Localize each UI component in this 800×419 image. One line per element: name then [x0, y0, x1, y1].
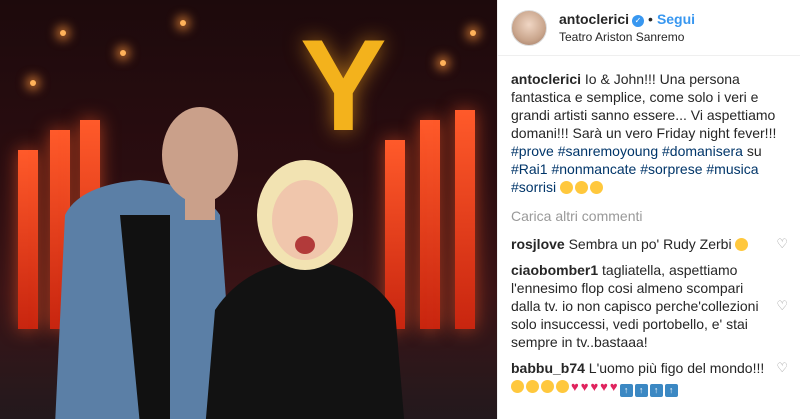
hashtag-link[interactable]: #musica — [706, 161, 758, 177]
stage-glow — [30, 80, 36, 86]
red-heart-icon: ♥ — [571, 379, 579, 394]
red-heart-icon: ♥ — [580, 379, 589, 394]
comment-username[interactable]: rosjlove — [511, 236, 565, 252]
location-link[interactable]: Teatro Ariston Sanremo — [559, 30, 695, 44]
stage-glow — [120, 50, 126, 56]
post-photo[interactable]: Y — [0, 0, 497, 419]
top-emoji-icon: ↑ — [664, 384, 678, 397]
stage-glow — [180, 20, 186, 26]
red-heart-icon: ♥ — [609, 379, 618, 394]
top-emoji-icon: ↑ — [634, 384, 648, 397]
comment-row: ciaobomber1 tagliatella, aspettiamo l'en… — [511, 261, 788, 351]
grin-emoji-icon — [560, 181, 574, 194]
stage-light — [455, 110, 475, 329]
instagram-post: Y antoclerici ✓ • Segui Teatro Ariston Sanr… — [0, 0, 800, 419]
hashtag-link[interactable]: #sorrisi — [511, 179, 556, 195]
red-heart-icon: ♥ — [600, 379, 608, 394]
woman-figure — [205, 160, 405, 419]
hashtag-link[interactable]: #sanremoyoung — [558, 143, 658, 159]
hashtag-link[interactable]: #domanisera — [662, 143, 743, 159]
stage-y-logo: Y — [300, 12, 387, 158]
heart-outline-icon[interactable]: ♡ — [772, 297, 788, 315]
comment-row: rosjlove Sembra un po' Rudy Zerbi ♡ — [511, 235, 788, 253]
comment-row: babbu_b74 L'uomo più figo del mondo!!! ♥… — [511, 359, 788, 397]
caption-username[interactable]: antoclerici — [511, 71, 581, 87]
header-username[interactable]: antoclerici — [559, 11, 629, 27]
hashtag-link[interactable]: #prove — [511, 143, 554, 159]
caption-su: su — [746, 143, 762, 159]
stage-glow — [60, 30, 66, 36]
separator-dot: • — [648, 11, 653, 27]
red-heart-icon: ♥ — [590, 379, 599, 394]
stage-glow — [470, 30, 476, 36]
verified-badge-icon: ✓ — [632, 15, 645, 27]
heart-eyes-emoji-icon — [556, 380, 569, 393]
heart-eyes-emoji-icon — [541, 380, 554, 393]
avatar[interactable] — [511, 9, 547, 46]
laughing-emoji-icon — [735, 238, 749, 251]
comment-username[interactable]: ciaobomber1 — [511, 262, 598, 278]
hashtag-link[interactable]: #Rai1 — [511, 161, 548, 177]
heart-outline-icon[interactable]: ♡ — [772, 359, 788, 377]
comment-text: L'uomo più figo del mondo!!! — [588, 360, 765, 376]
heart-eyes-emoji-icon — [511, 380, 524, 393]
post-header: antoclerici ✓ • Segui Teatro Ariston Sanrem… — [498, 0, 800, 56]
comment-text: Sembra un po' Rudy Zerbi — [568, 236, 732, 252]
hashtag-link[interactable]: #sorprese — [640, 161, 702, 177]
stage-light — [420, 120, 440, 329]
hashtag-link[interactable]: #nonmancate — [551, 161, 636, 177]
grin-emoji-icon — [590, 181, 604, 194]
grin-emoji-icon — [575, 181, 589, 194]
stage-light — [18, 150, 38, 329]
top-emoji-icon: ↑ — [619, 384, 633, 397]
comments-section: antoclerici Io & John!!! Una persona fan… — [498, 56, 800, 397]
top-emoji-icon: ↑ — [649, 384, 663, 397]
post-caption: antoclerici Io & John!!! Una persona fan… — [511, 70, 788, 196]
load-more-comments-link[interactable]: Carica altri commenti — [511, 208, 788, 224]
heart-outline-icon[interactable]: ♡ — [772, 235, 788, 253]
heart-eyes-emoji-icon — [526, 380, 539, 393]
stage-glow — [440, 60, 446, 66]
follow-button[interactable]: Segui — [657, 11, 695, 27]
comment-username[interactable]: babbu_b74 — [511, 360, 585, 376]
post-sidebar: antoclerici ✓ • Segui Teatro Ariston Sanrem… — [497, 0, 800, 419]
